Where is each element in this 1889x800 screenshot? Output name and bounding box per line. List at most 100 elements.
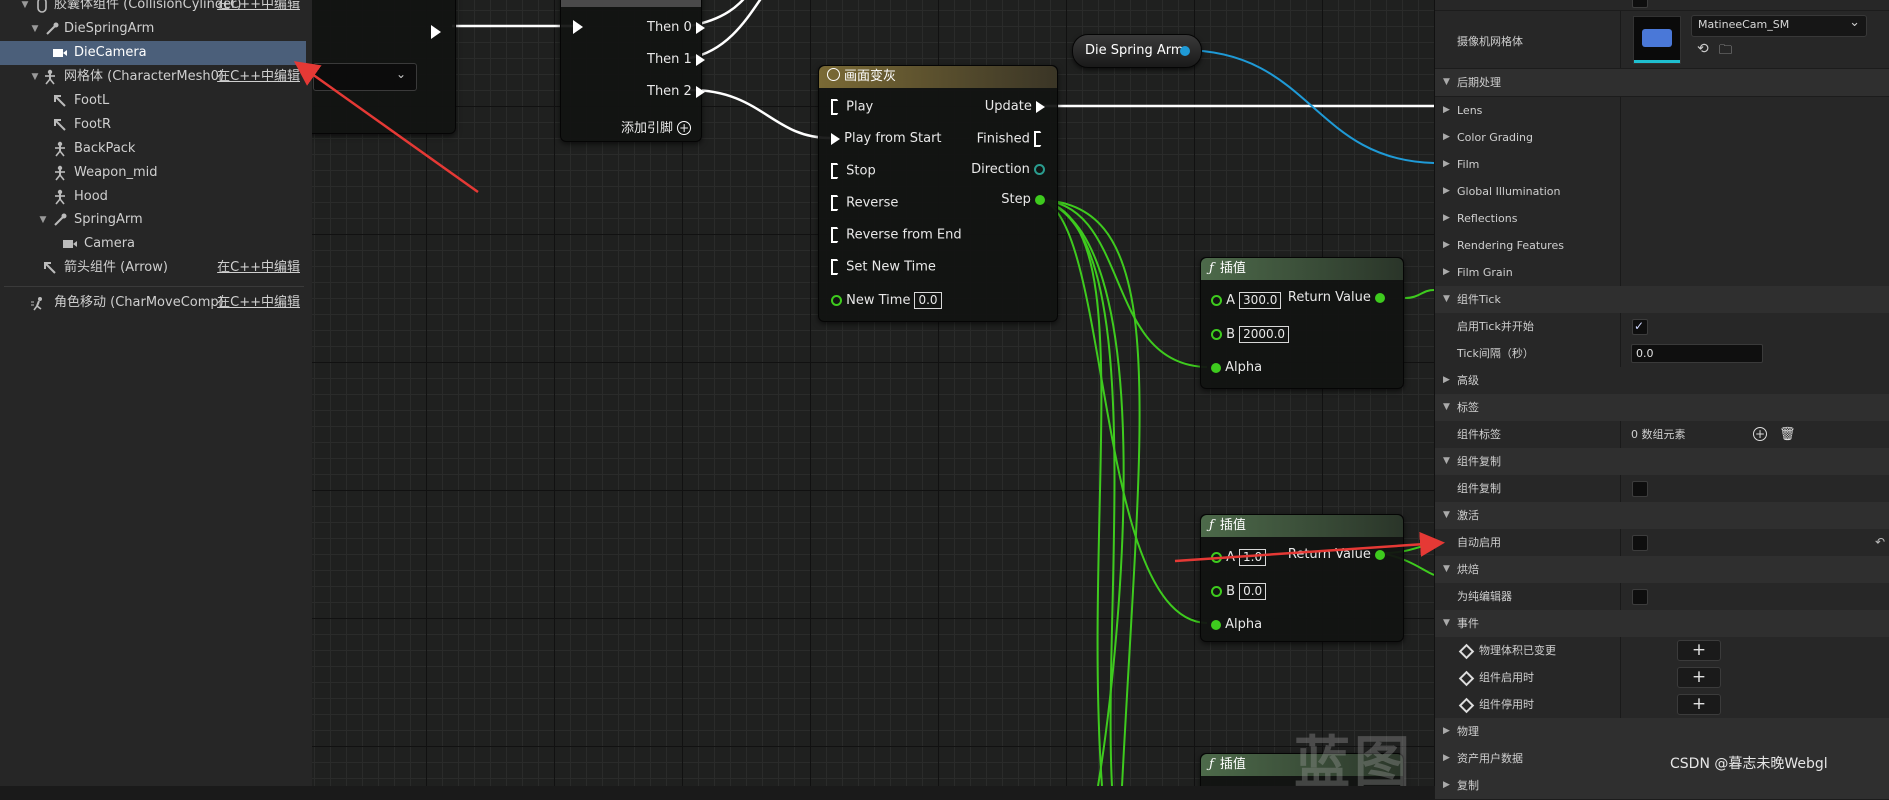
lerp-node[interactable]: ƒ 插值 A 300.0 Return Value B 2000.0 Alpha xyxy=(1200,257,1404,389)
collapse-arrow-icon[interactable]: ▼ xyxy=(30,17,40,41)
add-event-button[interactable]: + xyxy=(1677,667,1721,688)
start-with-tick-checkbox[interactable] xyxy=(1632,313,1648,340)
add-pin-button[interactable]: 添加引脚 + xyxy=(621,121,692,137)
collapse-arrow-icon[interactable]: ▼ xyxy=(38,208,48,232)
expand-arrow-icon[interactable]: ▶ xyxy=(1443,718,1450,745)
edit-in-cpp-link[interactable]: 在C++中编辑 xyxy=(217,0,300,17)
group-global-illumination[interactable]: ▶ Global Illumination xyxy=(1435,178,1889,206)
expand-arrow-icon[interactable]: ▶ xyxy=(1443,205,1450,232)
auto-activate-checkbox[interactable] xyxy=(1632,535,1648,551)
checkbox[interactable] xyxy=(1632,0,1648,8)
tree-item-hood[interactable]: Hood xyxy=(0,185,306,209)
reverse-from-end-pin[interactable]: Reverse from End xyxy=(831,227,962,244)
category-tags[interactable]: ▼ 标签 xyxy=(1435,394,1889,422)
tree-item-die-spring-arm[interactable]: ▼ DieSpringArm xyxy=(0,17,306,41)
collapse-arrow-icon[interactable]: ▼ xyxy=(1443,610,1450,637)
expand-arrow-icon[interactable]: ▶ xyxy=(1443,232,1450,259)
return-value-pin[interactable]: Return Value xyxy=(1288,547,1385,563)
collapse-arrow-icon[interactable]: ▼ xyxy=(1443,502,1450,529)
expand-arrow-icon[interactable]: ▶ xyxy=(1443,178,1450,205)
collapse-arrow-icon[interactable]: ▼ xyxy=(20,0,30,17)
stop-pin[interactable]: Stop xyxy=(831,163,876,180)
group-rendering-features[interactable]: ▶ Rendering Features xyxy=(1435,232,1889,260)
replicates-checkbox[interactable] xyxy=(1632,481,1648,497)
direction-pin[interactable]: Direction xyxy=(971,162,1045,178)
alpha-pin[interactable]: Alpha xyxy=(1211,360,1262,376)
category-replication[interactable]: ▶ 复制 xyxy=(1435,772,1889,800)
category-post-process[interactable]: ▼ 后期处理 xyxy=(1435,69,1889,97)
expand-arrow-icon[interactable]: ▶ xyxy=(1443,745,1450,772)
edit-in-cpp-link[interactable]: 在C++中编辑 xyxy=(217,65,300,89)
new-time-pin[interactable]: New Time 0.0 xyxy=(831,292,942,309)
tree-item-footr[interactable]: FootR xyxy=(0,113,306,137)
blueprint-graph[interactable]: ⌄ Then 0 Then 1 Then 2 添加引脚 + 画面变灰 Play … xyxy=(312,0,1434,786)
tree-item-footl[interactable]: FootL xyxy=(0,89,306,113)
a-pin[interactable]: A 1.0 xyxy=(1211,549,1267,566)
collapse-arrow-icon[interactable]: ▼ xyxy=(1443,69,1450,96)
edit-in-cpp-link[interactable]: 在C++中编辑 xyxy=(217,256,300,280)
category-cooking[interactable]: ▼ 烘焙 xyxy=(1435,556,1889,584)
update-pin[interactable]: Update xyxy=(985,99,1045,115)
timeline-node[interactable]: 画面变灰 Play Play from Start Stop Reverse R… xyxy=(818,65,1058,322)
group-advanced[interactable]: ▶ 高级 xyxy=(1435,367,1889,395)
object-output-pin[interactable] xyxy=(1180,46,1190,56)
group-film-grain[interactable]: ▶ Film Grain xyxy=(1435,259,1889,287)
group-film[interactable]: ▶ Film xyxy=(1435,151,1889,179)
set-new-time-pin[interactable]: Set New Time xyxy=(831,259,936,276)
browse-icon[interactable]: 🗀 xyxy=(1719,41,1732,63)
exec-input-pin[interactable] xyxy=(573,19,583,35)
collapse-arrow-icon[interactable]: ▼ xyxy=(1443,394,1450,421)
group-color-grading[interactable]: ▶ Color Grading xyxy=(1435,124,1889,152)
category-component-replication[interactable]: ▼ 组件复制 xyxy=(1435,448,1889,476)
tree-item-character-mesh[interactable]: ▼ 网格体 (CharacterMesh0) 在C++中编辑 xyxy=(0,65,306,89)
expand-arrow-icon[interactable]: ▶ xyxy=(1443,259,1450,286)
category-events[interactable]: ▼ 事件 xyxy=(1435,610,1889,638)
a-value-input[interactable]: 300.0 xyxy=(1239,292,1282,309)
collapse-arrow-icon[interactable]: ▼ xyxy=(1443,556,1450,583)
step-pin[interactable]: Step xyxy=(1001,192,1045,208)
add-event-button[interactable]: + xyxy=(1677,694,1721,715)
partial-node[interactable]: ⌄ xyxy=(312,0,456,134)
expand-arrow-icon[interactable]: ▶ xyxy=(1443,151,1450,178)
collapse-arrow-icon[interactable]: ▼ xyxy=(30,65,40,89)
b-value-input[interactable]: 0.0 xyxy=(1239,583,1267,600)
collapse-arrow-icon[interactable]: ▼ xyxy=(1443,448,1450,475)
tree-item-arrow[interactable]: 箭头组件 (Arrow) 在C++中编辑 xyxy=(0,256,306,280)
collapse-arrow-icon[interactable]: ▼ xyxy=(1443,286,1450,313)
then-1-pin[interactable]: Then 1 xyxy=(647,52,705,68)
reverse-pin[interactable]: Reverse xyxy=(831,195,898,212)
exec-output-pin[interactable] xyxy=(431,21,441,40)
then-2-pin[interactable]: Then 2 xyxy=(647,84,705,100)
sequence-node[interactable]: Then 0 Then 1 Then 2 添加引脚 + xyxy=(560,0,705,142)
b-value-input[interactable]: 2000.0 xyxy=(1239,326,1290,343)
mesh-thumbnail[interactable] xyxy=(1633,16,1681,64)
tree-item-camera[interactable]: Camera xyxy=(0,232,306,256)
add-element-icon[interactable]: + xyxy=(1753,427,1767,441)
use-selected-icon[interactable]: ⟲ xyxy=(1697,41,1709,57)
tree-item-collision-cylinder[interactable]: ▼ 胶囊体组件 (CollisionCylinder) 在C++中编辑 xyxy=(0,0,306,17)
tree-item-die-camera[interactable]: DieCamera xyxy=(0,41,306,65)
category-activation[interactable]: ▼ 激活 xyxy=(1435,502,1889,530)
group-reflections[interactable]: ▶ Reflections xyxy=(1435,205,1889,233)
expand-arrow-icon[interactable]: ▶ xyxy=(1443,124,1450,151)
trash-icon[interactable]: 🗑 xyxy=(1779,421,1796,448)
tick-interval-input[interactable]: 0.0 xyxy=(1631,344,1763,363)
expand-arrow-icon[interactable]: ▶ xyxy=(1443,367,1450,394)
dropdown-select[interactable]: ⌄ xyxy=(313,63,417,91)
new-time-input[interactable]: 0.0 xyxy=(914,292,942,309)
tree-item-spring-arm[interactable]: ▼ SpringArm xyxy=(0,208,306,232)
a-pin[interactable]: A 300.0 xyxy=(1211,292,1282,309)
expand-arrow-icon[interactable]: ▶ xyxy=(1443,97,1450,124)
category-component-tick[interactable]: ▼ 组件Tick xyxy=(1435,286,1889,314)
editor-only-checkbox[interactable] xyxy=(1632,589,1648,605)
tree-item-weapon-mid[interactable]: Weapon_mid xyxy=(0,161,306,185)
b-pin[interactable]: B 0.0 xyxy=(1211,583,1267,600)
edit-in-cpp-link[interactable]: 在C++中编辑 xyxy=(217,291,300,315)
reset-to-default-icon[interactable]: ↶ xyxy=(1875,529,1885,556)
b-pin[interactable]: B 2000.0 xyxy=(1211,326,1290,343)
lerp-node[interactable]: ƒ 插值 A 1.0 Return Value B 0.0 Alpha xyxy=(1200,514,1404,642)
group-lens[interactable]: ▶ Lens xyxy=(1435,97,1889,125)
tree-item-backpack[interactable]: BackPack xyxy=(0,137,306,161)
mesh-asset-dropdown[interactable]: MatineeCam_SM ⌄ xyxy=(1691,15,1867,37)
play-pin[interactable]: Play xyxy=(831,99,873,116)
